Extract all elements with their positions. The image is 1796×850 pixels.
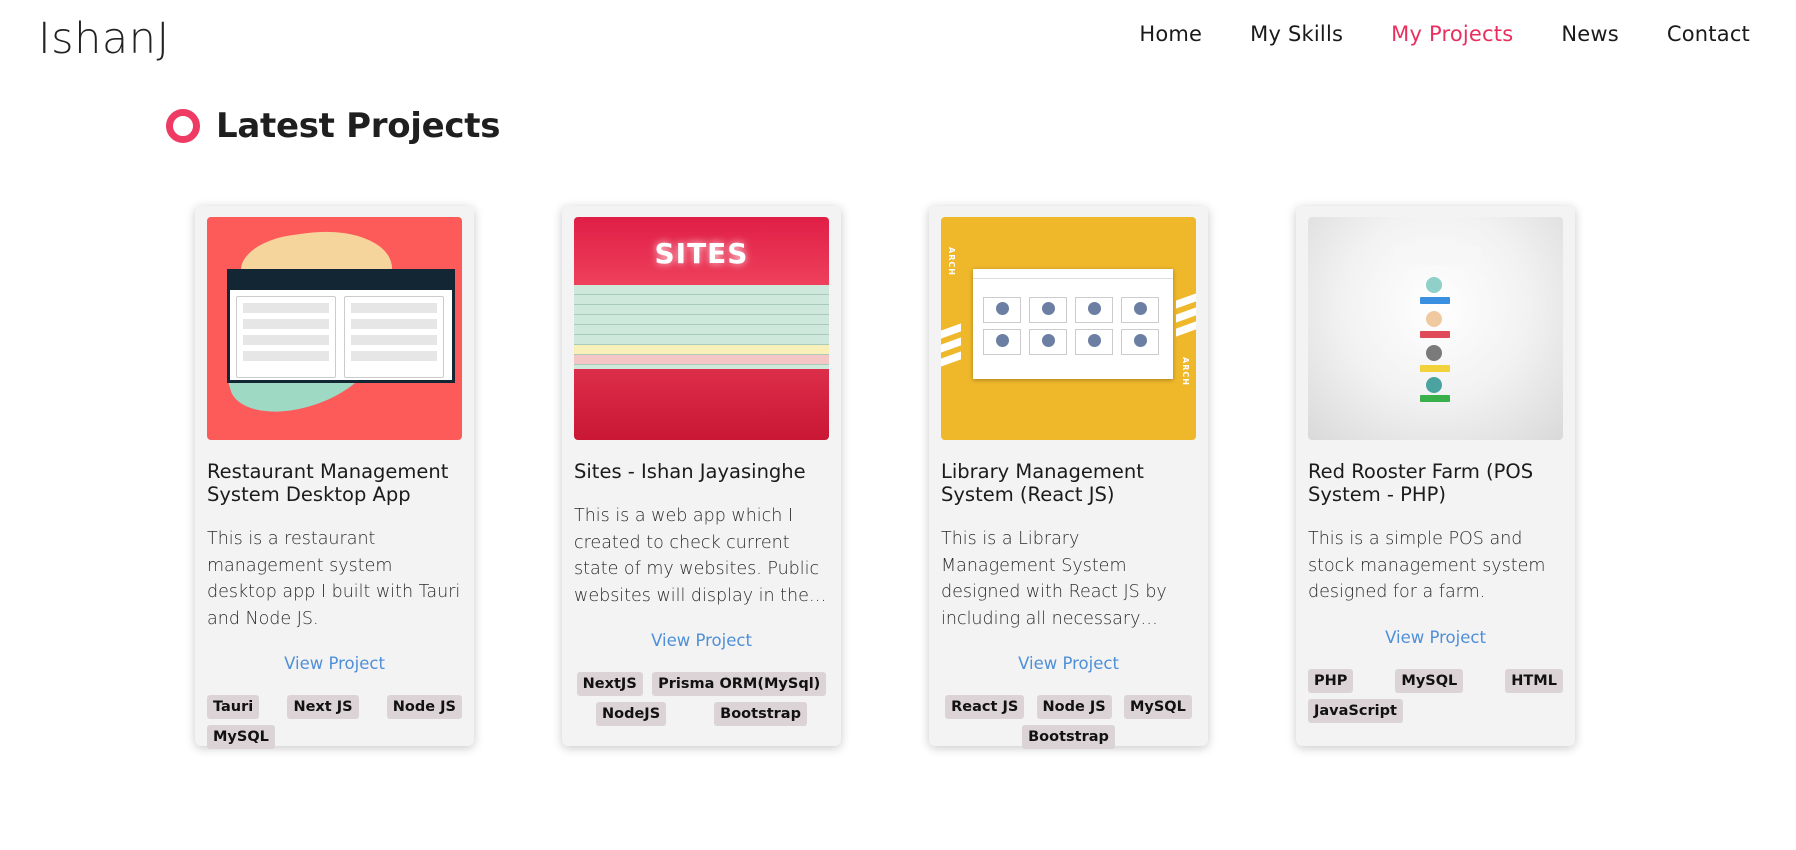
project-title: Red Rooster Farm (POS System - PHP) (1308, 460, 1534, 506)
nav-home[interactable]: Home (1139, 22, 1202, 46)
tech-tag: Bootstrap (1022, 725, 1115, 749)
project-card: ARCH ARCH Library Management System (Rea… (929, 206, 1208, 749)
tech-tag: NodeJS (596, 702, 667, 726)
tech-tag: MySQL (1123, 695, 1192, 719)
tech-tag: Node JS (1036, 695, 1112, 719)
tag-list: Tauri Next JS Node JS MySQL (207, 695, 462, 749)
tech-tag: React JS (945, 695, 1025, 719)
project-description: This is a Library Management System desi… (941, 529, 1167, 629)
project-list: Restaurant Management System Desktop App… (195, 206, 1575, 749)
tag-list: PHP MySQL HTML JavaScript (1308, 668, 1563, 723)
project-title: Sites - Ishan Jayasinghe (574, 460, 806, 483)
tech-tag: HTML (1505, 668, 1563, 693)
project-thumbnail (1308, 217, 1563, 440)
thumbnail-title: SITES (654, 237, 749, 270)
project-card: SITES Sites - Ishan Jayasinghe This is a… (562, 206, 841, 746)
nav-my-skills[interactable]: My Skills (1250, 22, 1343, 46)
project-description: This is a simple POS and stock managemen… (1308, 529, 1546, 602)
ring-icon (166, 109, 200, 143)
nav-contact[interactable]: Contact (1667, 22, 1750, 46)
main-nav: Home My Skills My Projects News Contact (1139, 22, 1750, 46)
tech-tag: Tauri (207, 695, 260, 719)
site-logo[interactable]: IshanJ (38, 14, 170, 64)
status-table-image (574, 285, 829, 369)
app-window-image (973, 269, 1173, 379)
view-project-link[interactable]: View Project (941, 654, 1196, 673)
tech-tag: Bootstrap (714, 702, 807, 726)
tech-tag: Prisma ORM(MySql) (652, 672, 827, 696)
nav-news[interactable]: News (1561, 22, 1619, 46)
tag-list: React JS Node JS MySQL Bootstrap (941, 695, 1196, 749)
project-title: Library Management System (React JS) (941, 460, 1144, 506)
section-title: Latest Projects (216, 106, 501, 146)
tech-tag: Node JS (386, 695, 462, 719)
project-thumbnail: SITES (574, 217, 829, 440)
project-card: Restaurant Management System Desktop App… (195, 206, 474, 749)
tech-tag: MySQL (1395, 668, 1464, 693)
tech-tag: NextJS (576, 672, 643, 696)
project-thumbnail: ARCH ARCH (941, 217, 1196, 440)
nav-my-projects[interactable]: My Projects (1391, 22, 1513, 46)
section-header: Latest Projects (166, 106, 500, 146)
view-project-link[interactable]: View Project (574, 631, 829, 650)
project-card: Red Rooster Farm (POS System - PHP) This… (1296, 206, 1575, 746)
view-project-link[interactable]: View Project (1308, 628, 1563, 647)
tech-tag: Next JS (287, 695, 359, 719)
view-project-link[interactable]: View Project (207, 654, 462, 673)
project-thumbnail (207, 217, 462, 440)
tech-tag: JavaScript (1308, 698, 1403, 723)
tech-tag: MySQL (207, 725, 275, 749)
project-description: This is a restaurant management system d… (207, 529, 461, 629)
app-window-image (227, 269, 455, 383)
tag-list: NextJS Prisma ORM(MySql) NodeJS Bootstra… (574, 672, 829, 726)
project-title: Restaurant Management System Desktop App (207, 460, 449, 506)
tech-tag: PHP (1308, 668, 1354, 693)
project-description: This is a web app which I created to che… (574, 506, 820, 606)
